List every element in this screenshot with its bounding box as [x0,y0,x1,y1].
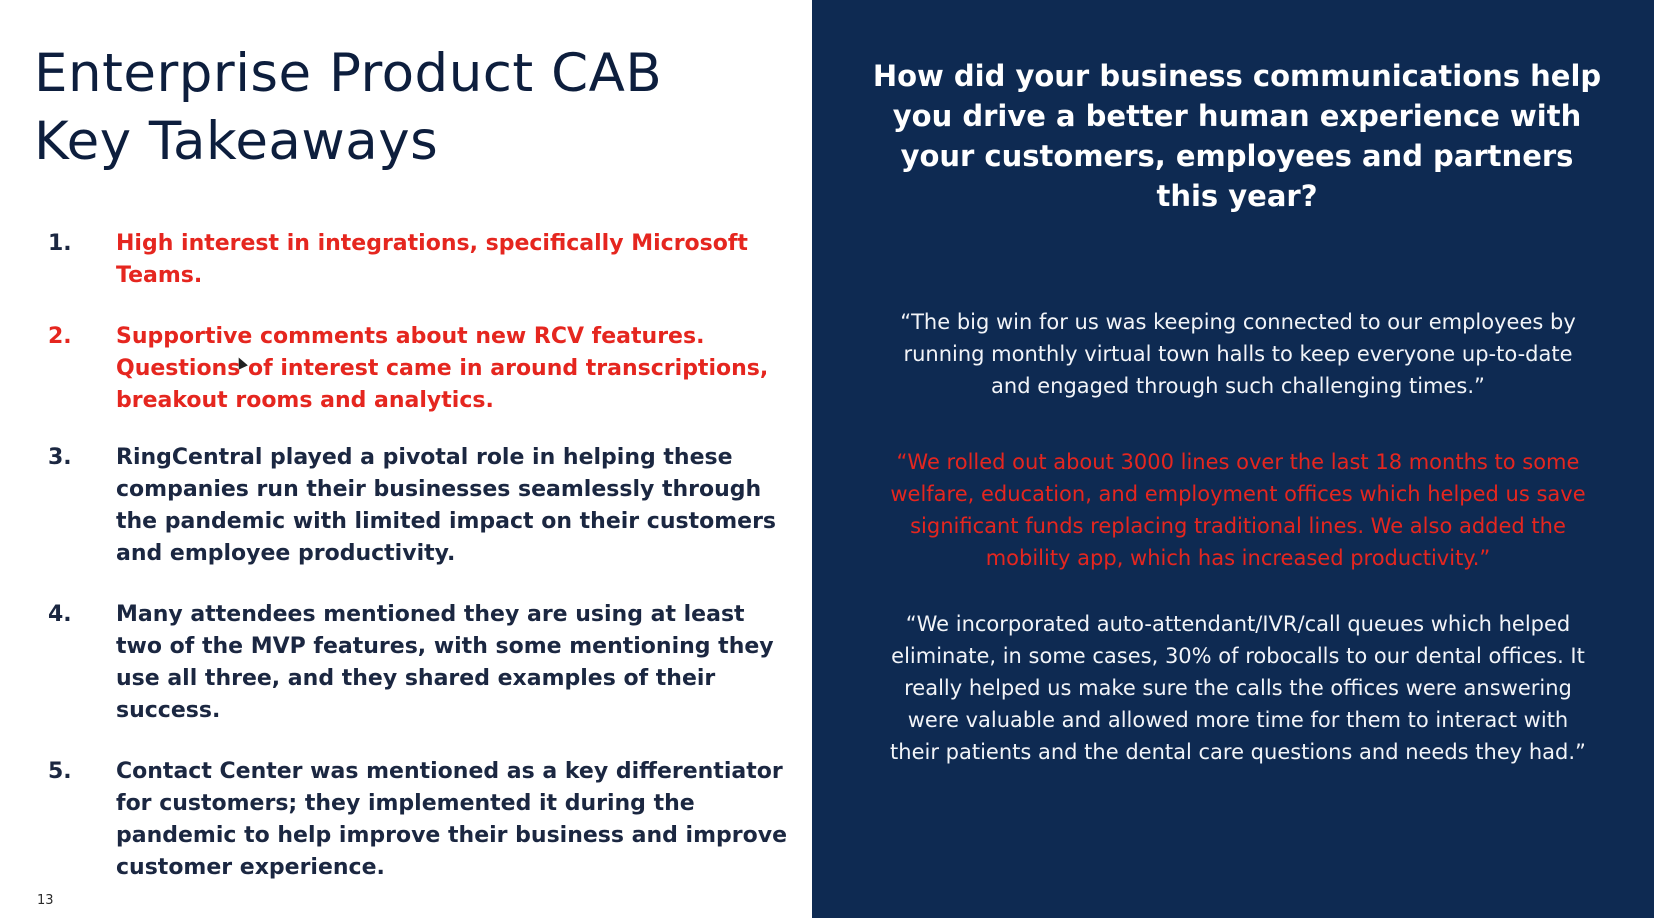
takeaway-number: 3. [48,445,72,470]
left-panel: Enterprise Product CAB Key Takeaways 1. … [0,0,812,918]
slide-title: Enterprise Product CAB Key Takeaways [34,40,662,176]
right-panel: How did your business communications hel… [812,0,1654,918]
takeaway-text: Many attendees mentioned they are using … [116,602,774,723]
customer-quote-3: “We incorporated auto-attendant/IVR/call… [890,612,1586,764]
takeaway-number: 4. [48,602,72,627]
takeaway-item-2: 2. Supportive comments about new RCV fea… [48,321,788,417]
takeaways-list: 1. High interest in integrations, specif… [48,228,788,884]
takeaway-item-5: 5. Contact Center was mentioned as a key… [48,756,788,884]
takeaway-text: High interest in integrations, specifica… [116,231,748,288]
takeaway-item-3: 3. RingCentral played a pivotal role in … [48,442,788,570]
takeaway-text: Contact Center was mentioned as a key di… [116,759,787,880]
slide-title-line1: Enterprise Product CAB [34,43,663,104]
takeaway-number: 5. [48,759,72,784]
takeaway-item-1: 1. High interest in integrations, specif… [48,228,788,292]
presentation-slide: Enterprise Product CAB Key Takeaways 1. … [0,0,1654,918]
customer-quote-1: “The big win for us was keeping connecte… [900,310,1576,398]
takeaway-number: 1. [48,231,72,256]
takeaway-text: RingCentral played a pivotal role in hel… [116,445,777,566]
takeaway-text: Supportive comments about new RCV featur… [116,324,769,413]
survey-question: How did your business communications hel… [872,59,1602,213]
slide-title-line2: Key Takeaways [34,111,439,172]
customer-quote-2: “We rolled out about 3000 lines over the… [890,450,1586,570]
takeaway-item-4: 4. Many attendees mentioned they are usi… [48,599,788,727]
page-number: 13 [37,893,54,908]
takeaway-number: 2. [48,324,72,349]
